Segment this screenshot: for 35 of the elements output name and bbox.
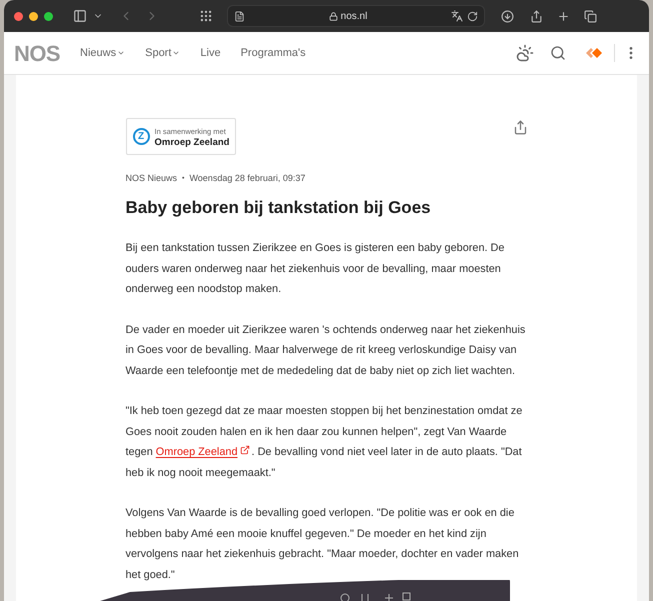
download-icon[interactable] xyxy=(501,10,514,22)
reload-icon[interactable] xyxy=(467,10,478,22)
grid-icon[interactable] xyxy=(199,9,213,23)
article-paragraph: De vader en moeder uit Zierikzee waren 's ochtends onderweg naar het ziekenhuis in Goes voor de bevalling. Maar halverwege de rit kreeg verloskundige Daisy van Waarde een telefoontje met de mededeling dat de baby niet op zich liet wachten. xyxy=(126,322,526,378)
page-icon xyxy=(234,10,245,22)
article-paragraph: Bij een tankstation tussen Zierikzee en Goes is gisteren een baby geboren. De ouders waren onderweg naar het ziekenhuis voor de bevalling, maar moesten onderweg een noodstop maken. xyxy=(126,241,506,297)
tabs-icon[interactable] xyxy=(584,10,597,22)
nav-link[interactable]: Live xyxy=(200,44,221,62)
search-icon[interactable] xyxy=(550,45,566,61)
address-text: nos.nl xyxy=(340,10,368,24)
close-button[interactable] xyxy=(14,12,23,20)
zoom-button[interactable] xyxy=(44,12,53,20)
share-icon[interactable] xyxy=(512,120,528,135)
weather-icon[interactable] xyxy=(516,44,534,62)
lock-icon xyxy=(328,12,338,20)
partner-logo: Z xyxy=(132,128,150,145)
article-paragraph: "Ik heb toen gezegd dat ze maar moesten stoppen bij het benzinestation omdat ze Goes nooit zouden halen en ik hen daar zou kunnen helpen", zegt Van Waarde tegen Omroep Zeeland . De bevalling vond niet veel later in de auto plaats. "Dat heb ik nog nooit meegemaakt." xyxy=(126,404,524,480)
caret-icon xyxy=(172,49,180,57)
new-tab-icon[interactable] xyxy=(557,10,570,22)
article-paragraph: Volgens Van Waarde is de bevalling goed verlopen. "De politie was er ook en die hebben baby Amé een mooie knuffel gegeven." De moeder en het kind zijn vervolgens naar het ziekenhuis gebracht. "Maar moeder, dochter en vader maken het goed." xyxy=(126,506,520,582)
nav-link[interactable]: Sport xyxy=(145,44,180,62)
article-date: Woensdag 28 februari, 09:37 xyxy=(189,172,306,185)
article-title: Baby geboren bij tankstation bij Goes xyxy=(126,196,432,219)
partner-name: Omroep Zeeland xyxy=(154,136,230,148)
caret-icon xyxy=(117,49,126,57)
nav-link[interactable]: Programma's xyxy=(240,44,306,62)
omroep-link[interactable]: Omroep Zeeland xyxy=(156,446,238,458)
sidebar-icon[interactable] xyxy=(73,9,87,23)
article-source: NOS Nieuws xyxy=(126,172,178,185)
address-bar[interactable]: nos.nl xyxy=(227,5,485,27)
share-icon[interactable] xyxy=(530,10,543,22)
translate-icon[interactable] xyxy=(451,10,463,22)
minimize-button[interactable] xyxy=(29,12,38,20)
external-link-icon xyxy=(240,445,250,455)
nav-link[interactable]: Nieuws xyxy=(80,44,126,62)
